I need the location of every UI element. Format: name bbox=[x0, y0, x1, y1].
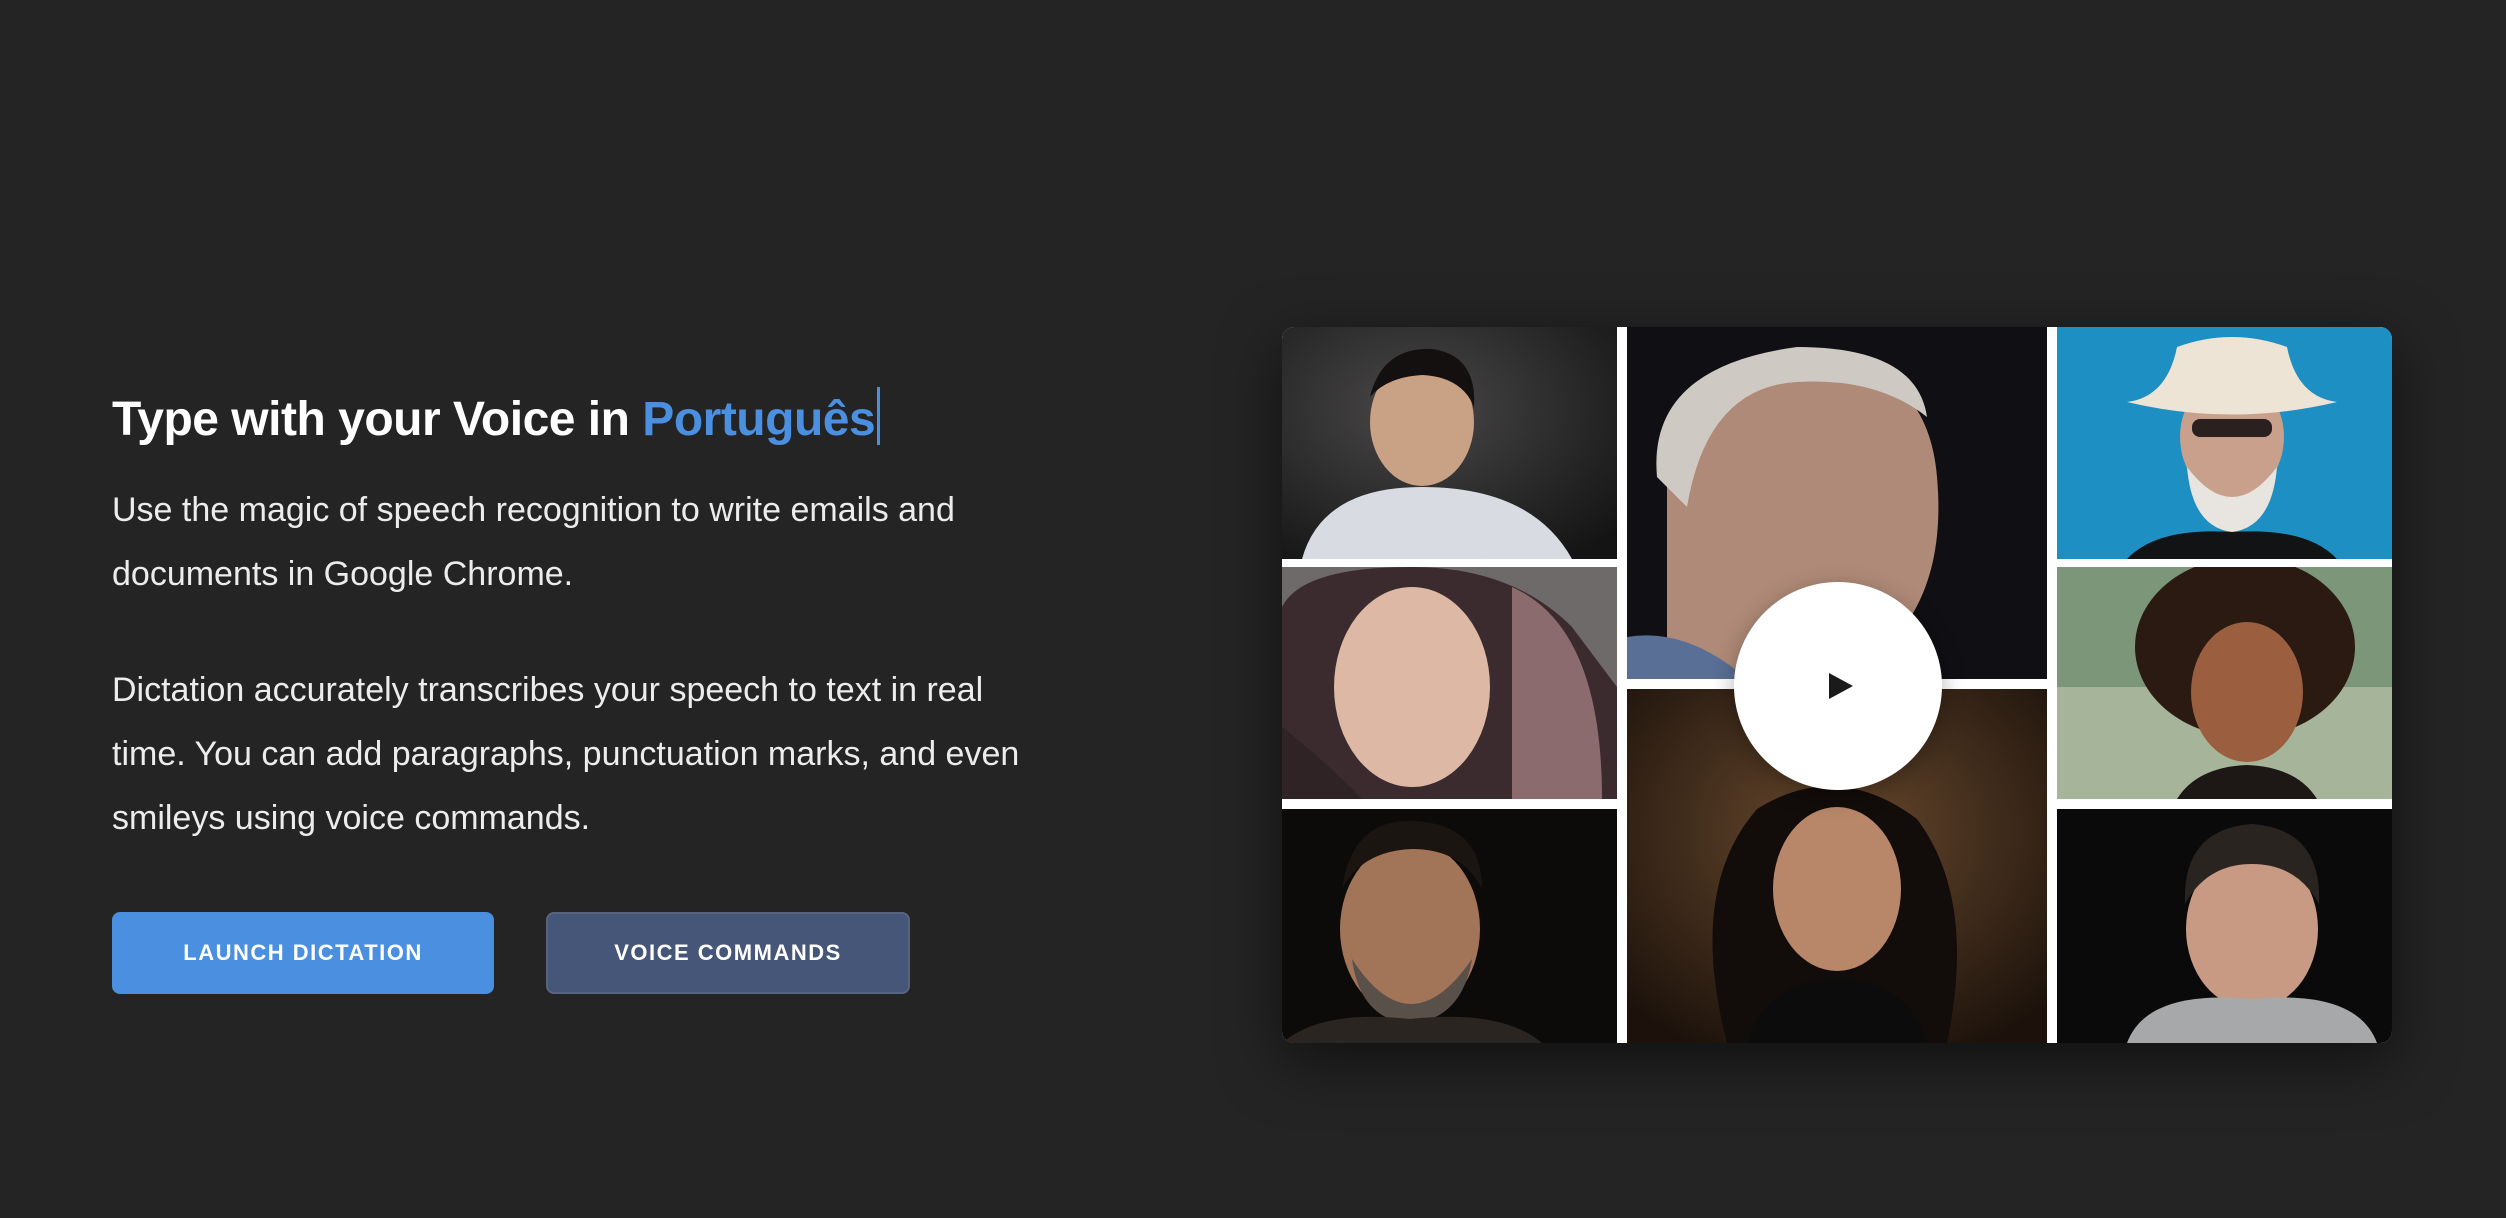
description-paragraph: Dictation accurately transcribes your sp… bbox=[112, 671, 1020, 837]
headline-language: Português bbox=[642, 393, 876, 446]
portrait-man-hoodie bbox=[2057, 809, 2392, 1043]
portrait-young-man bbox=[1282, 327, 1617, 559]
portrait-woman-headscarf bbox=[1282, 567, 1617, 799]
grid-gutter bbox=[1617, 327, 1627, 1043]
portrait-woman-curly-hair bbox=[2057, 567, 2392, 799]
play-button[interactable] bbox=[1734, 582, 1942, 790]
play-icon bbox=[1829, 673, 1853, 699]
launch-dictation-button[interactable]: LAUNCH DICTATION bbox=[112, 912, 494, 994]
grid-gutter bbox=[2057, 559, 2392, 567]
portrait-smiling-man bbox=[1282, 809, 1617, 1043]
grid-gutter bbox=[1282, 799, 1617, 809]
headline: Type with your Voice in Português bbox=[112, 380, 1052, 460]
hero-text: Type with your Voice in Português Use th… bbox=[112, 380, 1052, 850]
headline-prefix: Type with your Voice in bbox=[112, 393, 643, 446]
grid-gutter bbox=[2047, 327, 2057, 1043]
grid-gutter bbox=[2057, 799, 2392, 809]
grid-gutter bbox=[1282, 559, 1617, 567]
button-row: LAUNCH DICTATION VOICE COMMANDS bbox=[112, 912, 910, 994]
voice-commands-button[interactable]: VOICE COMMANDS bbox=[546, 912, 910, 994]
intro-paragraph: Use the magic of speech recognition to w… bbox=[112, 491, 955, 593]
typing-caret bbox=[877, 387, 881, 445]
portrait-man-cowboy-hat bbox=[2057, 327, 2392, 559]
